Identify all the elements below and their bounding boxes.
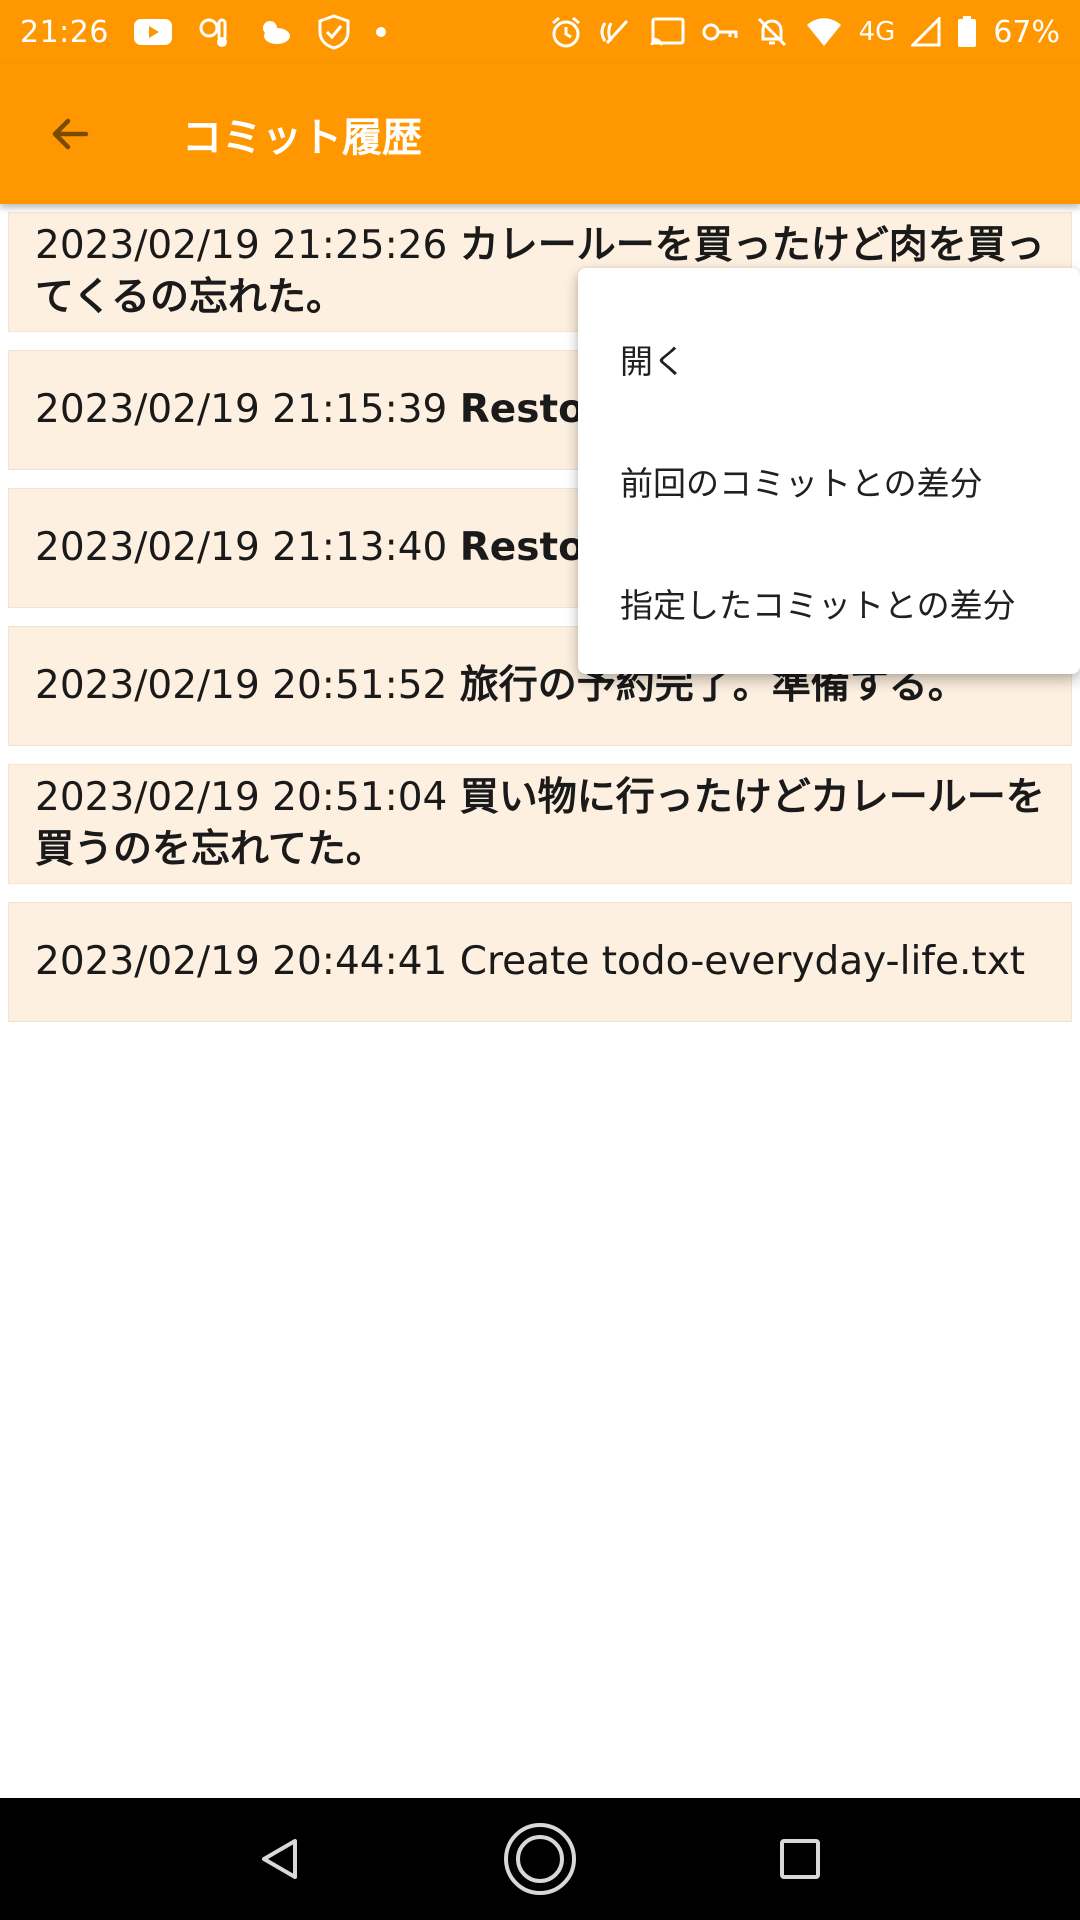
cloudy-icon bbox=[257, 16, 293, 48]
arrow-back-icon bbox=[46, 110, 94, 158]
status-bar: 21:26 4G 67% bbox=[0, 0, 1080, 64]
back-triangle-icon bbox=[255, 1834, 305, 1884]
youtube-icon bbox=[133, 17, 173, 47]
network-type: 4G bbox=[858, 17, 896, 47]
key-icon bbox=[701, 19, 739, 45]
shield-check-icon bbox=[317, 14, 351, 50]
commit-timestamp: 2023/02/19 20:51:04 bbox=[35, 775, 448, 820]
commit-timestamp: 2023/02/19 20:51:52 bbox=[35, 663, 448, 708]
commit-row[interactable]: 2023/02/19 20:51:04 買い物に行ったけどカレールーを買うのを忘… bbox=[8, 764, 1072, 884]
wifi-icon bbox=[805, 16, 843, 48]
commit-timestamp: 2023/02/19 21:13:40 bbox=[35, 525, 448, 570]
recents-square-icon bbox=[777, 1836, 823, 1882]
commit-timestamp: 2023/02/19 21:25:26 bbox=[35, 223, 448, 268]
nfc-icon bbox=[599, 15, 633, 49]
commit-row[interactable]: 2023/02/19 20:44:41 Create todo-everyday… bbox=[8, 902, 1072, 1022]
battery-icon bbox=[957, 16, 977, 48]
commit-message: Create todo-everyday-life.txt bbox=[459, 939, 1026, 984]
page-title: コミット履歴 bbox=[182, 115, 422, 161]
signal-icon bbox=[911, 17, 941, 47]
menu-item-open[interactable]: 開く bbox=[578, 298, 1080, 420]
battery-percent: 67% bbox=[993, 14, 1060, 50]
alarm-icon bbox=[549, 15, 583, 49]
weather-thermometer-icon bbox=[197, 14, 233, 50]
home-circle-icon bbox=[502, 1821, 578, 1897]
back-button[interactable] bbox=[20, 84, 120, 184]
commit-timestamp: 2023/02/19 20:44:41 bbox=[35, 939, 448, 984]
context-menu: 開く 前回のコミットとの差分 指定したコミットとの差分 bbox=[578, 268, 1080, 674]
app-bar: コミット履歴 bbox=[0, 64, 1080, 204]
navigation-bar bbox=[0, 1798, 1080, 1920]
nav-back-button[interactable] bbox=[230, 1809, 330, 1909]
cast-icon bbox=[649, 16, 685, 48]
nav-recents-button[interactable] bbox=[750, 1809, 850, 1909]
dot-icon bbox=[375, 26, 387, 38]
status-time: 21:26 bbox=[20, 14, 109, 50]
nav-home-button[interactable] bbox=[490, 1809, 590, 1909]
commit-timestamp: 2023/02/19 21:15:39 bbox=[35, 387, 448, 432]
menu-item-diff-previous[interactable]: 前回のコミットとの差分 bbox=[578, 420, 1080, 542]
menu-item-diff-selected[interactable]: 指定したコミットとの差分 bbox=[578, 542, 1080, 664]
bell-off-icon bbox=[755, 15, 789, 49]
